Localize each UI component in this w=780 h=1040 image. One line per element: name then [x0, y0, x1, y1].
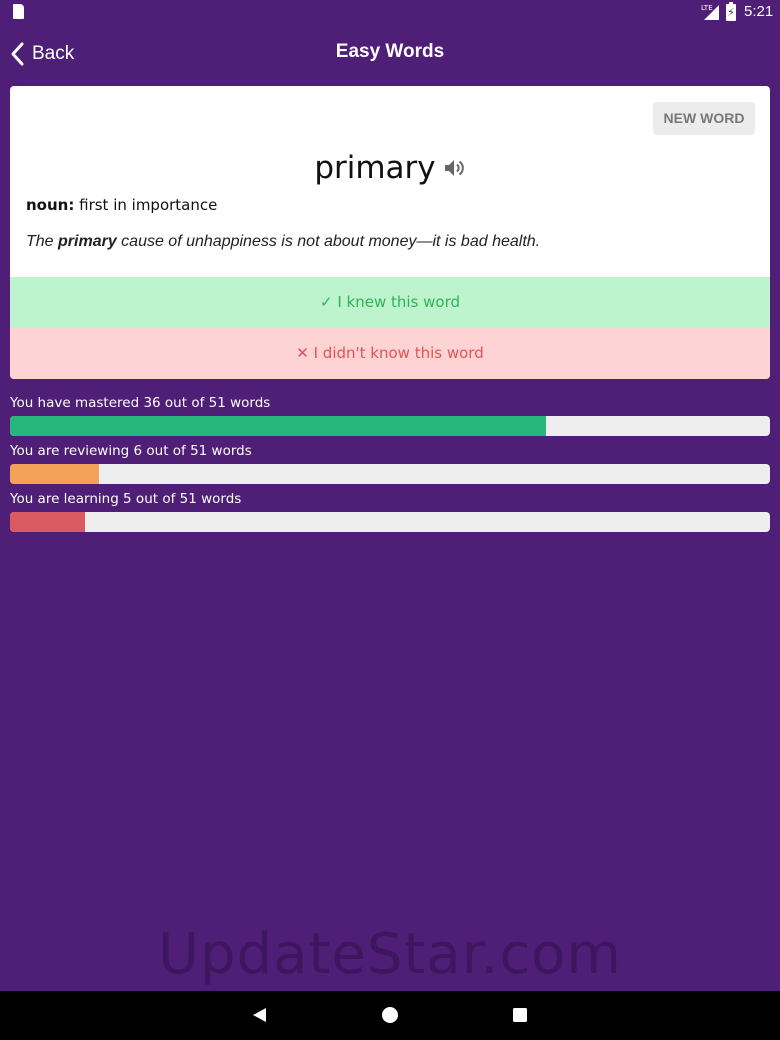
reviewing-progress-label: You are reviewing 6 out of 51 words [10, 443, 252, 459]
system-nav-bar [0, 991, 780, 1040]
watermark: UpdateStar.com [158, 922, 622, 987]
definition-text: first in importance [79, 196, 218, 214]
page-title: Easy Words [335, 41, 445, 62]
mastered-progress-track [10, 416, 770, 436]
new-word-button[interactable]: NEW WORD [653, 102, 755, 135]
example-after: cause of unhappiness is not about money—… [116, 233, 541, 250]
triangle-back-icon[interactable] [250, 1005, 270, 1025]
word-card: NEW WORD primary noun: first in importan… [10, 86, 770, 379]
example-before: The [26, 233, 59, 250]
definition: noun: first in importance [26, 196, 217, 214]
word-text: primary [314, 150, 436, 186]
circle-home-icon[interactable] [380, 1005, 400, 1025]
learning-progress-fill [10, 512, 85, 532]
sd-card-icon [13, 4, 24, 19]
status-bar: LTE ⚡ 5:21 [0, 0, 780, 26]
didnt-know-word-button[interactable]: ✕ I didn't know this word [10, 328, 770, 379]
mastered-progress: You have mastered 36 out of 51 words [10, 394, 770, 436]
learning-progress-track [10, 512, 770, 532]
knew-word-button[interactable]: ✓ I knew this word [10, 277, 770, 328]
square-recents-icon[interactable] [510, 1005, 530, 1025]
part-of-speech: noun: [26, 196, 75, 214]
word-row: primary [10, 150, 770, 190]
mastered-progress-fill [10, 416, 547, 436]
example-sentence: The primary cause of unhappiness is not … [26, 233, 540, 251]
reviewing-progress-fill [10, 464, 100, 484]
battery-charging-icon: ⚡ [726, 2, 736, 21]
signal-icon [704, 5, 719, 20]
status-clock: 5:21 [744, 3, 774, 20]
speaker-icon[interactable] [442, 156, 466, 180]
example-word: primary [58, 233, 117, 250]
app-screen: LTE ⚡ 5:21 Back Easy Words NEW WORD prim… [0, 0, 780, 1040]
reviewing-progress: You are reviewing 6 out of 51 words [10, 442, 770, 484]
app-header: Back Easy Words [0, 26, 780, 82]
learning-progress-label: You are learning 5 out of 51 words [10, 491, 242, 507]
mastered-progress-label: You have mastered 36 out of 51 words [10, 395, 271, 411]
reviewing-progress-track [10, 464, 770, 484]
learning-progress: You are learning 5 out of 51 words [10, 490, 770, 532]
